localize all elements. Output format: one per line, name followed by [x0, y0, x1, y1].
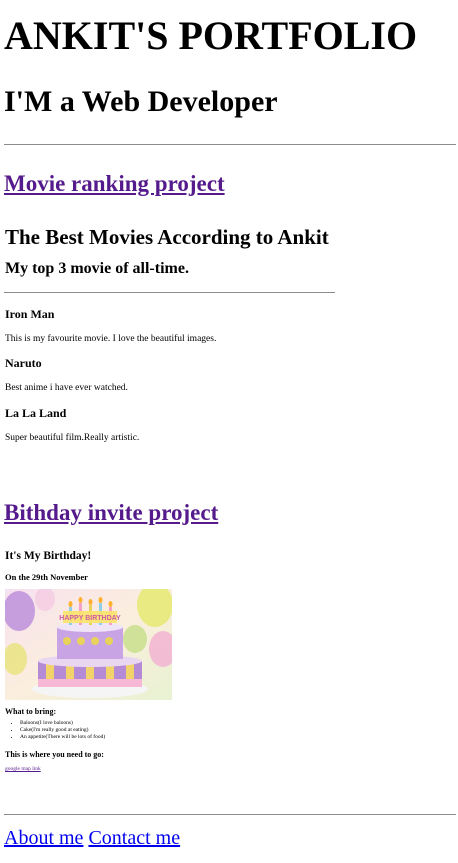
movie-description: Super beautiful film.Really artistic. [5, 433, 140, 443]
movie-title: La La Land [5, 406, 67, 420]
birthday-heading: It's My Birthday! [5, 550, 92, 562]
movie-divider [4, 292, 335, 293]
birthday-date: On the 29th November [5, 572, 88, 582]
movie-project-preview: The Best Movies According to Ankit My to… [4, 215, 344, 465]
footer-nav: About me Contact me [4, 825, 180, 851]
contact-me-link[interactable]: Contact me [88, 827, 180, 849]
movie-project-link[interactable]: Movie ranking project [4, 170, 225, 198]
divider-bottom [4, 814, 456, 815]
movie-subheading: My top 3 movie of all-time. [5, 260, 189, 277]
list-item: Baloons(I love baloons) [20, 720, 105, 727]
bring-heading: What to bring: [5, 707, 57, 716]
page-title: ANKIT'S PORTFOLIO [4, 13, 418, 58]
movie-description: This is my favourite movie. I love the b… [5, 334, 217, 344]
birthday-project-link[interactable]: Bithday invite project [4, 499, 218, 527]
movie-item: Naruto Best anime i have ever watched. [5, 356, 128, 393]
google-map-link[interactable]: google map link [5, 766, 41, 772]
movie-description: Best anime i have ever watched. [5, 383, 128, 393]
bring-list: Baloons(I love baloons) Cake(I'm really … [4, 720, 105, 741]
birthday-cake-image: HAPPY BIRTHDAY [5, 589, 172, 700]
movie-item: La La Land Super beautiful film.Really a… [5, 406, 139, 443]
list-item: An appetite(There will be lots of food) [20, 734, 105, 741]
role-heading: I'M a Web Developer [4, 85, 278, 118]
divider-top [4, 144, 456, 145]
portfolio-page: ANKIT'S PORTFOLIO I'M a Web Developer Mo… [0, 0, 458, 863]
cake-banner-text: HAPPY BIRTHDAY [59, 615, 121, 622]
list-item: Cake(I'm really good at eating) [20, 727, 105, 734]
movie-item: Iron Man This is my favourite movie. I l… [5, 307, 216, 344]
movie-title: Naruto [5, 356, 42, 370]
movie-title: Iron Man [5, 307, 55, 321]
about-me-link[interactable]: About me [4, 827, 83, 849]
where-heading: This is where you need to go: [5, 750, 104, 759]
birthday-project-preview: It's My Birthday! On the 29th November H… [4, 540, 304, 785]
movie-heading: The Best Movies According to Ankit [5, 225, 329, 249]
